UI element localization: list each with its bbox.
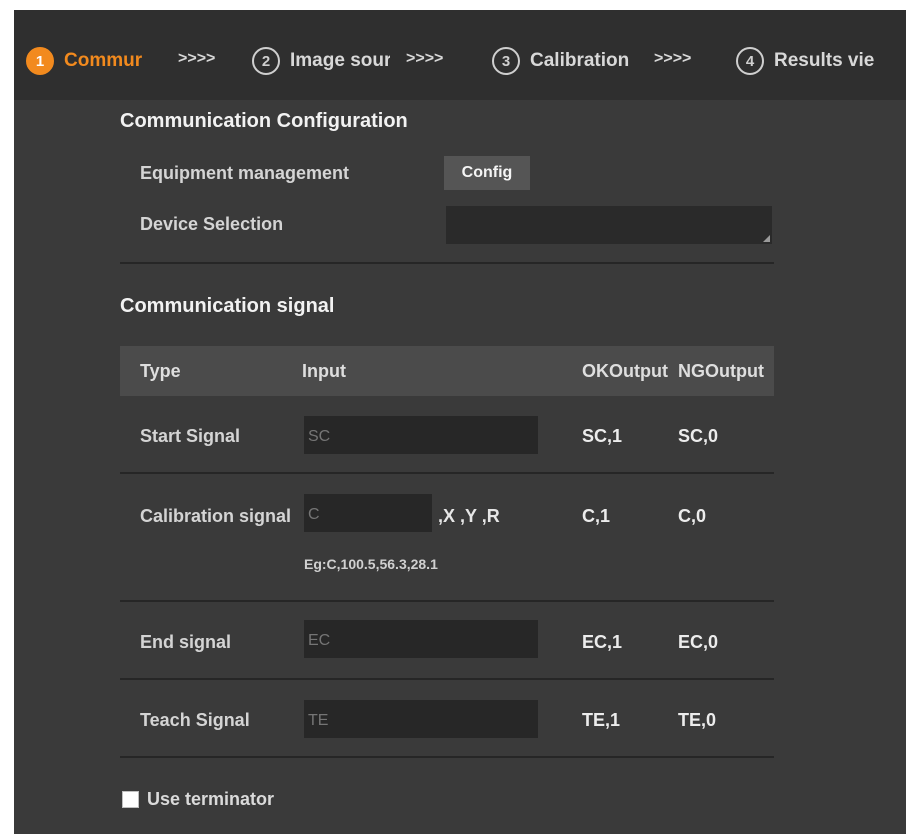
teach-signal-ng-output: TE,0 (678, 710, 717, 730)
resize-grip-icon[interactable] (763, 235, 770, 242)
calibration-signal-label: Calibration signal (140, 506, 292, 526)
use-terminator-checkbox[interactable] (122, 790, 139, 808)
config-button[interactable]: Config (444, 156, 530, 190)
step-label-communication: Commur (64, 50, 143, 71)
calibration-signal-suffix: ,X ,Y ,R (438, 506, 500, 526)
row-divider (120, 600, 774, 602)
step-number-3: 3 (492, 47, 520, 75)
signal-section-title: Communication signal (120, 295, 335, 317)
end-signal-ng-output: EC,0 (678, 632, 719, 652)
end-signal-ok-output: EC,1 (582, 632, 623, 652)
step-number-2: 2 (252, 47, 280, 75)
start-signal-label: Start Signal (140, 426, 241, 446)
communication-panel: 1 Commur >>>> 2 Image sour >>>> 3 Calibr… (14, 10, 906, 834)
step-separator-3: >>>> (654, 50, 692, 67)
step-communication[interactable]: 1 Commur (26, 46, 154, 76)
equipment-management-label: Equipment management (140, 163, 350, 183)
step-label-results-view: Results vie (774, 50, 875, 71)
row-divider (120, 756, 774, 758)
row-divider (120, 472, 774, 474)
use-terminator-label: Use terminator (147, 788, 275, 809)
step-label-calibration: Calibration (530, 50, 630, 71)
device-selection-label: Device Selection (140, 214, 284, 234)
step-number-4: 4 (736, 47, 764, 75)
start-signal-input[interactable] (304, 416, 538, 454)
step-calibration[interactable]: 3 Calibration (492, 46, 648, 76)
step-number-1: 1 (26, 47, 54, 75)
column-header-input: Input (302, 361, 346, 381)
row-divider (120, 678, 774, 680)
start-signal-ok-output: SC,1 (582, 426, 623, 446)
calibration-signal-ok-output: C,1 (582, 506, 611, 526)
step-label-image-source: Image sour (290, 50, 390, 71)
column-header-type: Type (140, 361, 181, 381)
step-separator-2: >>>> (406, 50, 444, 67)
end-signal-input[interactable] (304, 620, 538, 658)
section-divider (120, 262, 774, 264)
calibration-signal-ng-output: C,0 (678, 506, 707, 526)
calibration-signal-input[interactable] (304, 494, 432, 532)
column-header-ok-output: OKOutput (582, 361, 668, 381)
teach-signal-input[interactable] (304, 700, 538, 738)
start-signal-ng-output: SC,0 (678, 426, 719, 446)
teach-signal-ok-output: TE,1 (582, 710, 621, 730)
wizard-stepper: 1 Commur >>>> 2 Image sour >>>> 3 Calibr… (14, 10, 906, 100)
step-image-source[interactable]: 2 Image sour (252, 46, 390, 76)
device-selection-field[interactable] (446, 206, 772, 244)
use-terminator-option[interactable]: Use terminator (122, 788, 274, 810)
column-header-ng-output: NGOutput (678, 361, 764, 381)
step-separator-1: >>>> (178, 50, 216, 67)
teach-signal-label: Teach Signal (140, 710, 250, 730)
calibration-signal-example: Eg:C,100.5,56.3,28.1 (304, 556, 438, 572)
signal-table-header: Type Input OKOutput NGOutput (120, 346, 774, 396)
config-section-title: Communication Configuration (120, 110, 408, 132)
step-results-view[interactable]: 4 Results vie (736, 46, 892, 76)
end-signal-label: End signal (140, 632, 232, 652)
